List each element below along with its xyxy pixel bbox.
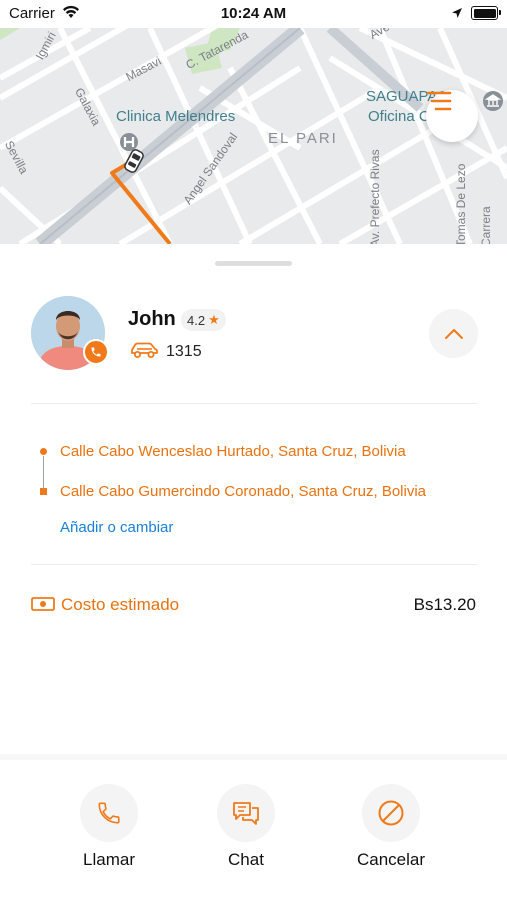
chat-icon — [233, 802, 259, 825]
cancel-button-circle[interactable] — [362, 784, 420, 842]
rating-value: 4.2 — [187, 312, 206, 328]
car-icon — [129, 341, 159, 364]
call-label: Llamar — [83, 850, 135, 869]
add-or-change-link[interactable]: Añadir o cambiar — [60, 519, 173, 536]
sheet-grabber[interactable] — [215, 261, 292, 266]
status-bar: Carrier 10:24 AM — [0, 0, 507, 28]
street-label: Av. Prefecto Rivas — [368, 149, 382, 244]
driver-name: John — [128, 308, 176, 330]
street-label: Tomas De Lezo — [454, 163, 468, 244]
divider — [31, 564, 477, 565]
street-label: Carrera — [479, 206, 493, 244]
location-arrow-icon — [451, 6, 463, 24]
pickup-address[interactable]: Calle Cabo Wenceslao Hurtado, Santa Cruz… — [60, 443, 406, 460]
divider — [31, 403, 477, 404]
phone-icon — [98, 802, 120, 824]
star-icon: ★ — [208, 312, 220, 327]
dropoff-marker — [40, 488, 47, 495]
chat-button-circle[interactable] — [217, 784, 275, 842]
phone-icon — [91, 347, 101, 357]
dropoff-address[interactable]: Calle Cabo Gumercindo Coronado, Santa Cr… — [60, 483, 426, 500]
route-connector — [43, 456, 44, 491]
cancel-label: Cancelar — [356, 850, 426, 869]
action-bar: Llamar Chat Cancelar — [0, 754, 507, 900]
car-number: 1315 — [166, 343, 202, 360]
collapse-button[interactable] — [429, 309, 478, 358]
call-button-circle[interactable] — [80, 784, 138, 842]
area-label: EL PARI — [268, 130, 338, 147]
battery-icon — [471, 6, 501, 20]
cancel-button[interactable]: Cancelar — [336, 784, 446, 870]
menu-button[interactable] — [426, 90, 478, 142]
pickup-marker — [40, 448, 47, 455]
chevron-up-icon — [444, 328, 463, 339]
trip-sheet: John 4.2 ★ 1315 Calle Cabo Wenceslao Hur… — [0, 244, 507, 754]
poi-clinic-label: Clinica Melendres — [116, 108, 236, 125]
estimated-cost-label: Costo estimado — [61, 595, 180, 614]
cash-icon — [31, 596, 55, 617]
clock: 10:24 AM — [220, 5, 287, 22]
chat-button[interactable]: Chat — [191, 784, 301, 870]
chat-label: Chat — [228, 850, 264, 869]
estimated-cost-value: Bs13.20 — [413, 595, 476, 614]
map-view[interactable]: Igmiri Masavi C. Tatarenda Galaxia Sevil… — [0, 28, 507, 244]
rating-badge: 4.2 ★ — [181, 309, 226, 331]
call-driver-badge[interactable] — [83, 339, 109, 365]
menu-icon — [426, 91, 452, 111]
call-button[interactable]: Llamar — [54, 784, 164, 870]
cancel-icon — [378, 800, 404, 826]
